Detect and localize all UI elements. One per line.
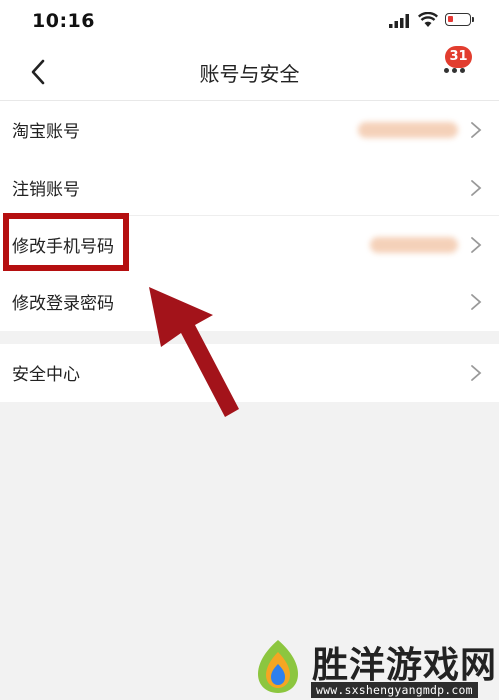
- watermark-logo-icon: [258, 640, 298, 693]
- row-security-center[interactable]: 安全中心: [0, 344, 499, 402]
- wifi-icon: [418, 12, 438, 27]
- chevron-right-icon: [471, 294, 482, 310]
- battery-icon: [445, 13, 471, 26]
- chevron-right-icon: [471, 180, 482, 196]
- highlight-box: [3, 213, 129, 271]
- annotation-arrow-icon: [149, 287, 239, 417]
- watermark-title: 胜洋游戏网: [312, 645, 498, 686]
- notification-badge: 31: [445, 46, 472, 68]
- row-label: 修改登录密码: [12, 294, 114, 314]
- watermark: 胜洋游戏网 www.sxshengyangmdp.com: [248, 634, 499, 700]
- status-bar: 10:16: [0, 0, 499, 44]
- chevron-right-icon: [471, 122, 482, 138]
- masked-value: [370, 237, 458, 253]
- row-label: 淘宝账号: [12, 122, 80, 142]
- row-label: 安全中心: [12, 365, 80, 385]
- nav-bar: 账号与安全: [0, 44, 499, 101]
- row-deactivate-account[interactable]: 注销账号: [0, 159, 499, 217]
- row-label: 注销账号: [12, 180, 80, 200]
- watermark-url: www.sxshengyangmdp.com: [311, 682, 478, 698]
- row-change-password[interactable]: 修改登录密码: [0, 273, 499, 331]
- signal-icon: [389, 14, 409, 28]
- masked-value: [358, 122, 458, 138]
- security-section: 安全中心: [0, 344, 499, 402]
- row-taobao-account[interactable]: 淘宝账号: [0, 101, 499, 159]
- status-time: 10:16: [32, 10, 95, 32]
- chevron-right-icon: [471, 365, 482, 381]
- page-title: 账号与安全: [199, 62, 300, 86]
- battery-level: [448, 16, 453, 22]
- chevron-right-icon: [471, 237, 482, 253]
- battery-cap: [472, 17, 474, 22]
